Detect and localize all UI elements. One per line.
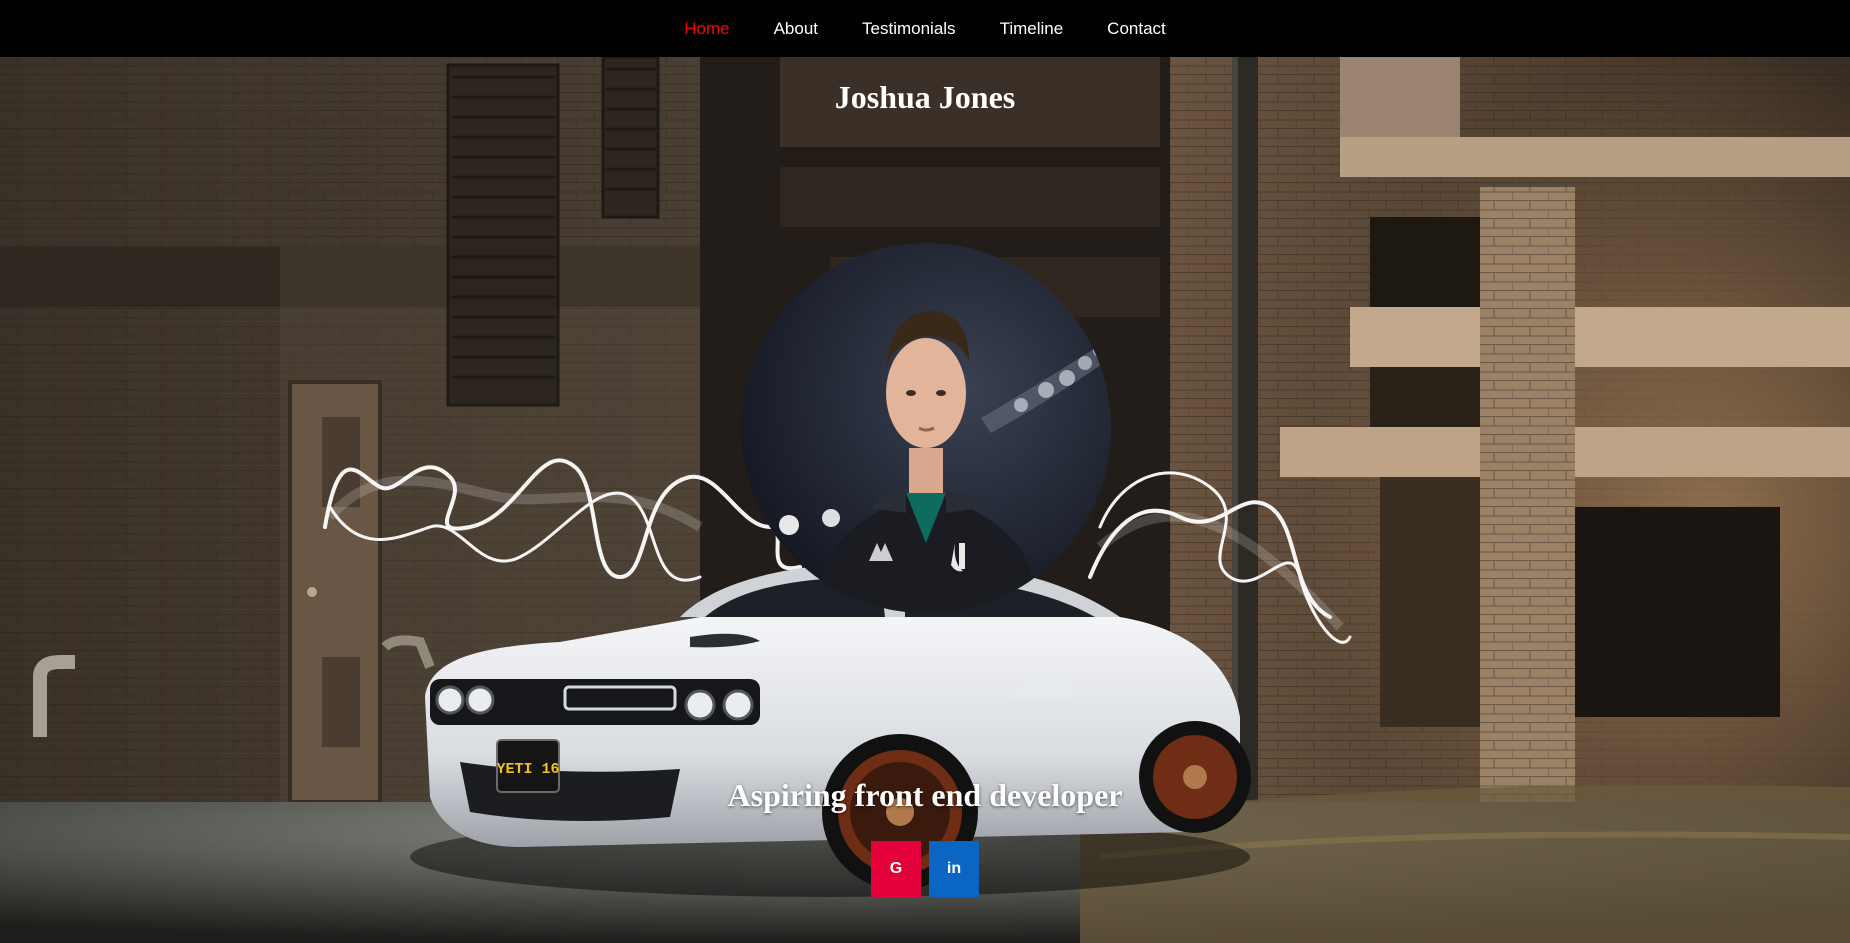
profile-photo [741, 243, 1111, 613]
nav-about-link[interactable]: About [774, 19, 818, 39]
nav-testimonials-link[interactable]: Testimonials [862, 19, 956, 39]
hero-section: YETI 16 Joshua Jones Aspiring front end … [0, 57, 1850, 943]
linkedin-link-button[interactable]: in [929, 841, 979, 897]
hero-name-title: Joshua Jones [834, 79, 1016, 115]
license-plate-text: YETI 16 [496, 761, 559, 778]
google-icon: G [889, 860, 903, 877]
nav-timeline-link[interactable]: Timeline [1000, 19, 1064, 39]
linkedin-icon: in [946, 860, 962, 877]
portfolio-page: Home About Testimonials Timeline Contact [0, 0, 1850, 943]
social-links: G in [0, 841, 1850, 897]
nav-contact-link[interactable]: Contact [1107, 19, 1166, 39]
nav-home-link[interactable]: Home [684, 19, 729, 39]
top-navbar: Home About Testimonials Timeline Contact [0, 0, 1850, 57]
profile-avatar [741, 243, 1111, 613]
hero-tagline: Aspiring front end developer [727, 777, 1123, 813]
google-link-button[interactable]: G [871, 841, 921, 897]
